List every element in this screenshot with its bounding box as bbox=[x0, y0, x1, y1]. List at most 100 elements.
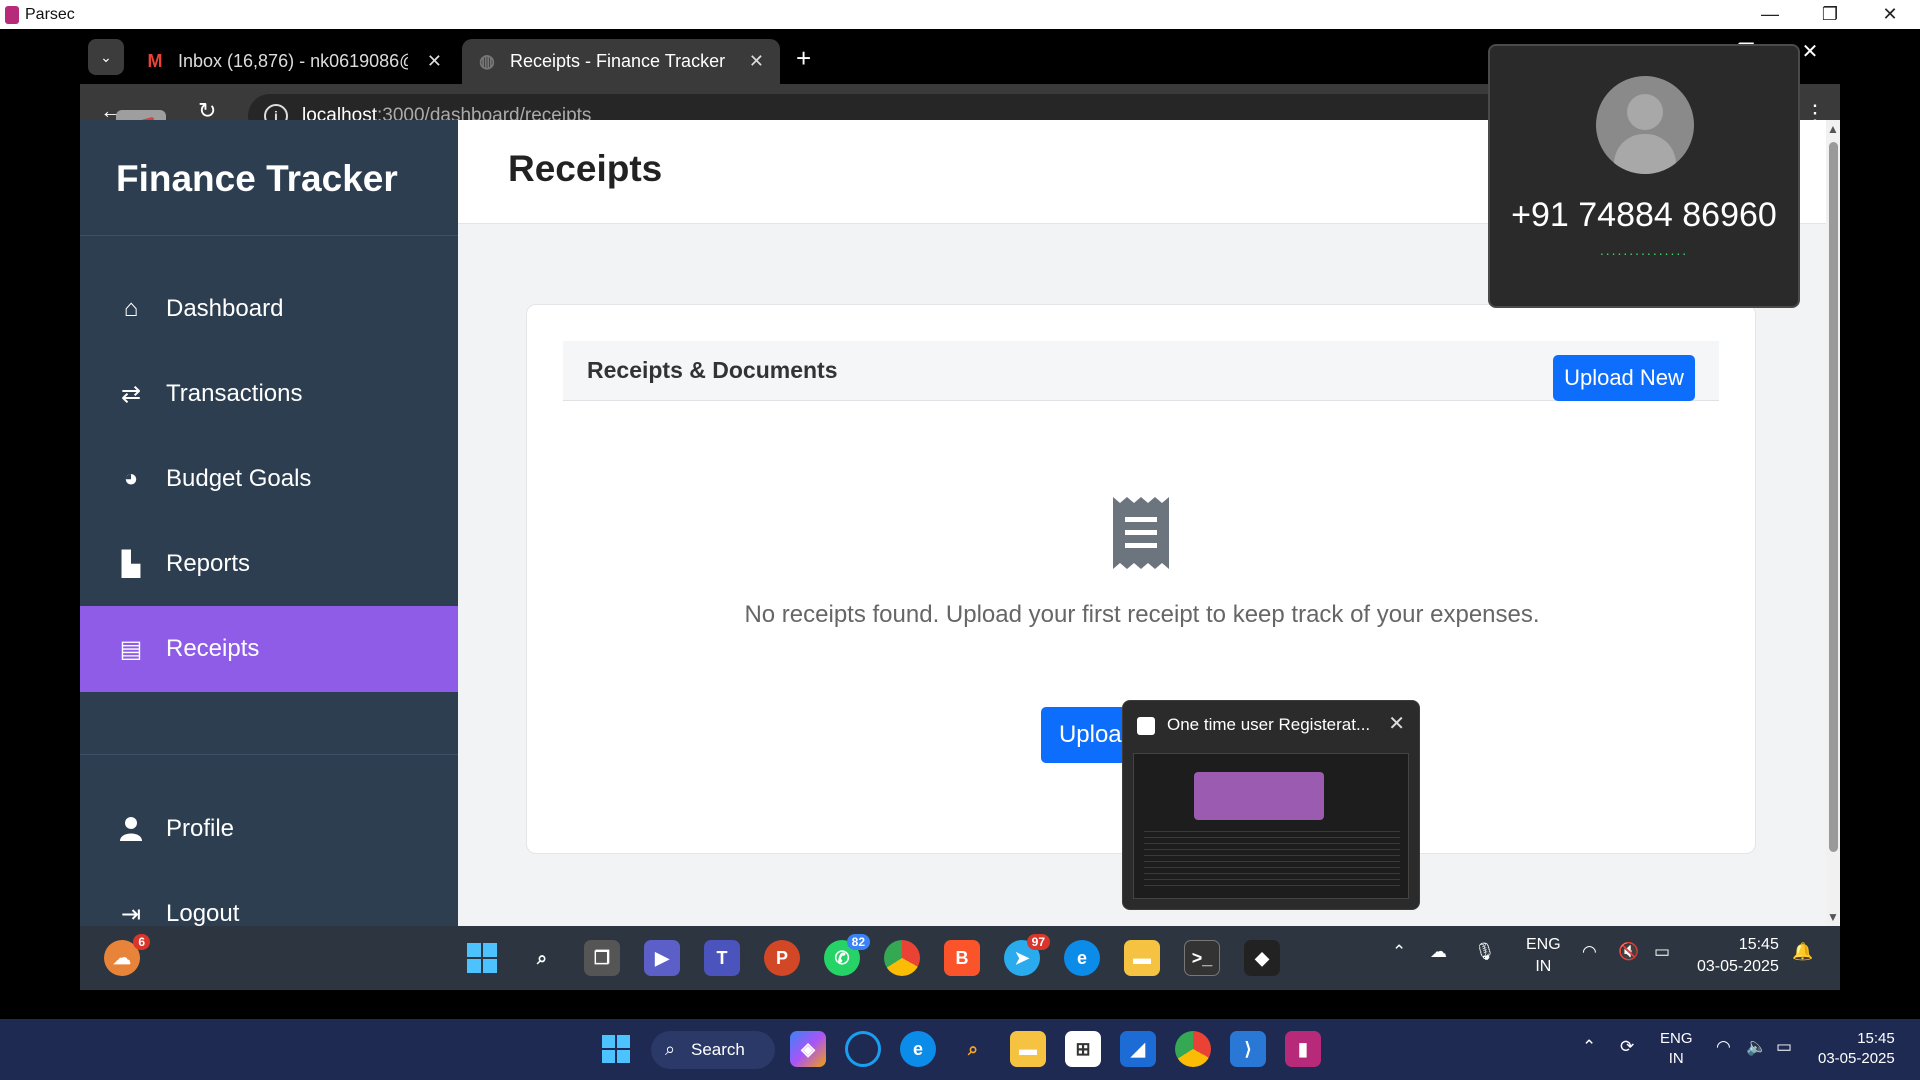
language-indicator[interactable]: ENG IN bbox=[1660, 1029, 1693, 1069]
cortana-icon[interactable] bbox=[845, 1031, 881, 1067]
brand-title: Finance Tracker bbox=[116, 158, 398, 199]
calling-indicator: ............... bbox=[1599, 242, 1689, 258]
host-maximize-button[interactable]: ❐ bbox=[1800, 0, 1860, 29]
host-close-button[interactable]: ✕ bbox=[1860, 0, 1920, 29]
telegram-icon[interactable]: ➤ 97 bbox=[1004, 934, 1050, 976]
empty-state-text: No receipts found. Upload your first rec… bbox=[744, 601, 1540, 628]
volume-icon[interactable]: 🔈 bbox=[1746, 1037, 1767, 1057]
avatar bbox=[1596, 76, 1694, 174]
copilot-icon[interactable]: ◈ bbox=[790, 1031, 826, 1067]
incoming-call-popup[interactable]: +91 74884 86960 ............... bbox=[1488, 44, 1800, 308]
receipt-icon: ▤ bbox=[119, 635, 143, 663]
tab-gmail[interactable]: M Inbox (16,876) - nk0619086@g ✕ bbox=[130, 39, 458, 84]
new-tab-button[interactable]: + bbox=[796, 43, 811, 74]
home-icon: ⌂ bbox=[123, 295, 139, 322]
edge-icon[interactable]: e bbox=[1064, 940, 1100, 976]
windows-start-icon[interactable] bbox=[598, 1031, 634, 1067]
globe-icon: ◍ bbox=[479, 51, 495, 71]
caller-number: +91 74884 86960 bbox=[1511, 196, 1777, 234]
search-icon: ⌕ bbox=[665, 1039, 676, 1059]
battery-icon[interactable]: ▭ bbox=[1776, 1037, 1792, 1057]
sidebar-item-dashboard[interactable]: ⌂ Dashboard bbox=[80, 266, 458, 352]
scroll-up-icon[interactable]: ▲ bbox=[1827, 122, 1839, 136]
onedrive-icon[interactable]: ☁ bbox=[1430, 942, 1447, 962]
sidebar-item-transactions[interactable]: ⇄ Transactions bbox=[80, 351, 458, 437]
volume-muted-icon[interactable]: 🔇 bbox=[1618, 942, 1639, 962]
scroll-down-icon[interactable]: ▼ bbox=[1827, 910, 1839, 924]
sidebar-item-label: Receipts bbox=[166, 635, 260, 662]
terminal-icon[interactable]: >_ bbox=[1184, 940, 1220, 976]
receipt-icon bbox=[1113, 497, 1169, 569]
window-title: Parsec bbox=[25, 5, 75, 23]
task-view-icon[interactable]: ❐ bbox=[584, 940, 620, 976]
weather-widget-icon[interactable]: ☁ 6 bbox=[104, 934, 150, 976]
app-icon[interactable]: ◆ bbox=[1244, 940, 1280, 976]
page-title: Receipts bbox=[508, 148, 663, 189]
file-explorer-icon[interactable]: ▬ bbox=[1010, 1031, 1046, 1067]
whatsapp-icon[interactable]: ✆ 82 bbox=[824, 934, 870, 976]
app-icon[interactable]: ◢ bbox=[1120, 1031, 1156, 1067]
sync-icon[interactable]: ⟳ bbox=[1620, 1037, 1634, 1057]
notification-icon[interactable]: 🔔 bbox=[1792, 942, 1813, 962]
tab-close-icon[interactable]: ✕ bbox=[749, 51, 764, 72]
sidebar-item-profile[interactable]: Profile bbox=[80, 786, 458, 872]
card-header: Receipts & Documents bbox=[563, 341, 1719, 401]
clock[interactable]: 15:45 03-05-2025 bbox=[1818, 1029, 1895, 1069]
language-indicator[interactable]: ENG IN bbox=[1526, 934, 1561, 978]
sidebar-item-label: Transactions bbox=[166, 380, 303, 407]
chat-icon[interactable]: ▶ bbox=[644, 940, 680, 976]
sidebar: Finance Tracker ⌂ Dashboard ⇄ Transactio… bbox=[80, 120, 458, 926]
chevron-up-icon[interactable]: ⌃ bbox=[1392, 942, 1406, 962]
scrollbar-thumb[interactable] bbox=[1829, 142, 1838, 852]
app-icon bbox=[1137, 717, 1155, 735]
taskbar-window-preview[interactable]: One time user Registerat... ✕ bbox=[1122, 700, 1420, 910]
divider bbox=[80, 754, 458, 755]
tab-close-icon[interactable]: ✕ bbox=[427, 51, 442, 72]
chrome-icon[interactable] bbox=[884, 940, 920, 976]
microsoft-store-icon[interactable]: ⊞ bbox=[1065, 1031, 1101, 1067]
search-icon[interactable]: ⌕ bbox=[524, 940, 560, 976]
page-scrollbar[interactable]: ▲ ▼ bbox=[1826, 120, 1840, 926]
remote-taskbar: ☁ 6 ⌕ ❐ ▶ T P ✆ 82 B ➤ 97 e ▬ >_ ◆ ⌃ ☁ 🎙 EN… bbox=[80, 926, 1840, 990]
chrome-icon[interactable] bbox=[1175, 1031, 1211, 1067]
tab-receipts[interactable]: ◍ Receipts - Finance Tracker ✕ bbox=[462, 39, 780, 84]
vscode-icon[interactable]: ⟩ bbox=[1230, 1031, 1266, 1067]
sidebar-item-label: Reports bbox=[166, 550, 251, 577]
sidebar-item-logout[interactable]: ⇥ Logout bbox=[80, 871, 458, 926]
parsec-logo-icon bbox=[5, 5, 19, 24]
windows-start-icon[interactable] bbox=[464, 940, 500, 976]
sidebar-item-label: Profile bbox=[166, 815, 235, 842]
chevron-up-icon[interactable]: ⌃ bbox=[1582, 1037, 1596, 1057]
brave-icon[interactable]: B bbox=[944, 940, 980, 976]
wifi-icon[interactable]: ◠ bbox=[1582, 942, 1597, 962]
user-icon bbox=[116, 817, 146, 841]
gmail-icon: M bbox=[147, 51, 163, 71]
file-explorer-icon[interactable]: ▬ bbox=[1124, 940, 1160, 976]
host-minimize-button[interactable]: — bbox=[1740, 0, 1800, 29]
sidebar-item-label: Logout bbox=[166, 900, 240, 926]
tab-label: Inbox (16,876) - nk0619086@g bbox=[178, 51, 408, 71]
bar-chart-icon: ▙ bbox=[121, 550, 141, 578]
card-title: Receipts & Documents bbox=[587, 357, 838, 383]
preview-thumbnail[interactable] bbox=[1133, 753, 1409, 899]
battery-icon[interactable]: ▭ bbox=[1654, 942, 1670, 962]
powerpoint-icon[interactable]: P bbox=[764, 940, 800, 976]
clock[interactable]: 15:45 03-05-2025 bbox=[1697, 934, 1779, 978]
upload-new-button[interactable]: Upload New bbox=[1553, 355, 1695, 401]
preview-close-icon[interactable]: ✕ bbox=[1388, 711, 1405, 736]
sidebar-item-receipts[interactable]: ▤ Receipts bbox=[80, 606, 458, 692]
sidebar-item-reports[interactable]: ▙ Reports bbox=[80, 521, 458, 607]
logout-icon: ⇥ bbox=[120, 900, 142, 927]
divider bbox=[80, 235, 458, 236]
edge-icon[interactable]: e bbox=[900, 1031, 936, 1067]
host-taskbar: ⌕ Search ◈ e ⌕ ▬ ⊞ ◢ ⟩ ▮ ⌃ ⟳ ENG IN ◠ 🔈 ▭ … bbox=[0, 1019, 1920, 1080]
wifi-icon[interactable]: ◠ bbox=[1716, 1037, 1731, 1057]
mic-muted-icon[interactable]: 🎙 bbox=[1474, 942, 1496, 962]
teams-icon[interactable]: T bbox=[704, 940, 740, 976]
taskbar-search[interactable]: ⌕ Search bbox=[651, 1031, 775, 1069]
tab-list-button[interactable]: ⌄ bbox=[88, 39, 124, 75]
exchange-icon: ⇄ bbox=[120, 380, 142, 408]
parsec-icon[interactable]: ▮ bbox=[1285, 1031, 1321, 1067]
sidebar-item-budget-goals[interactable]: ◕ Budget Goals bbox=[80, 436, 458, 522]
search-tool-icon[interactable]: ⌕ bbox=[955, 1031, 991, 1067]
